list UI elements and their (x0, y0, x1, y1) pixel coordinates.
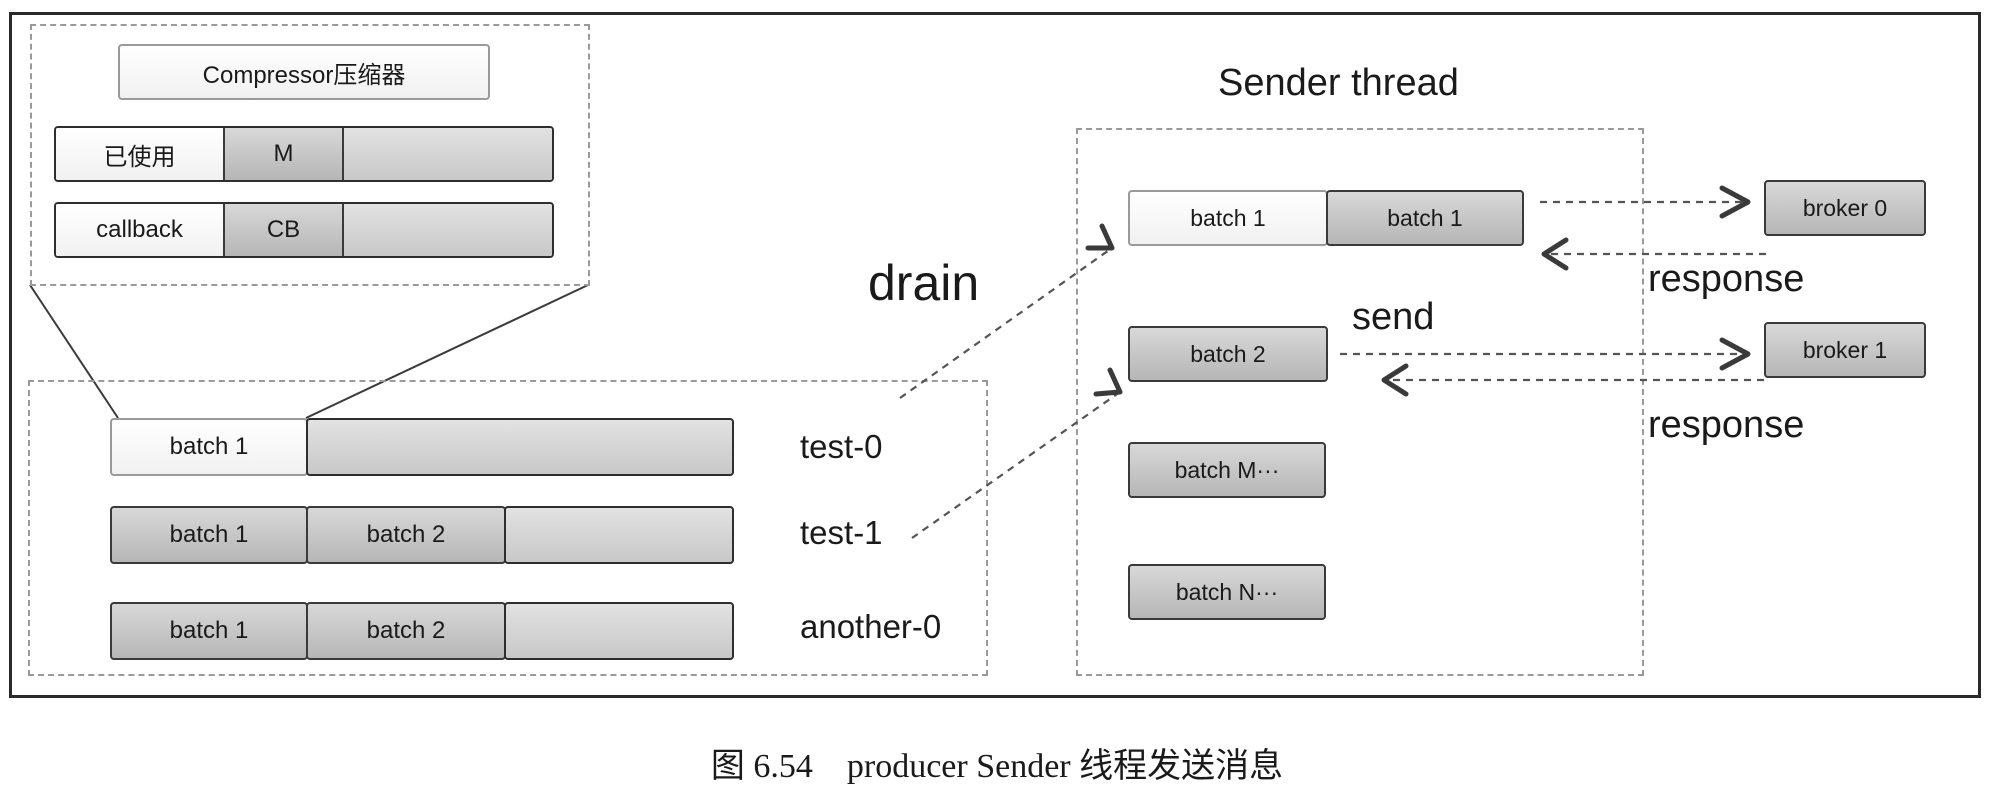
drain-arrow-test1 (911, 391, 1121, 539)
arrowhead-drain-test1 (1093, 367, 1123, 397)
arrowhead-drain-test0 (1085, 223, 1115, 251)
figure-caption: 图 6.54 producer Sender 线程发送消息 (0, 738, 1994, 787)
figure-number: 图 6.54 (710, 748, 813, 785)
figure-title: producer Sender 线程发送消息 (846, 748, 1284, 785)
drain-arrow-test0 (899, 247, 1113, 399)
arrows-layer (899, 185, 1766, 539)
